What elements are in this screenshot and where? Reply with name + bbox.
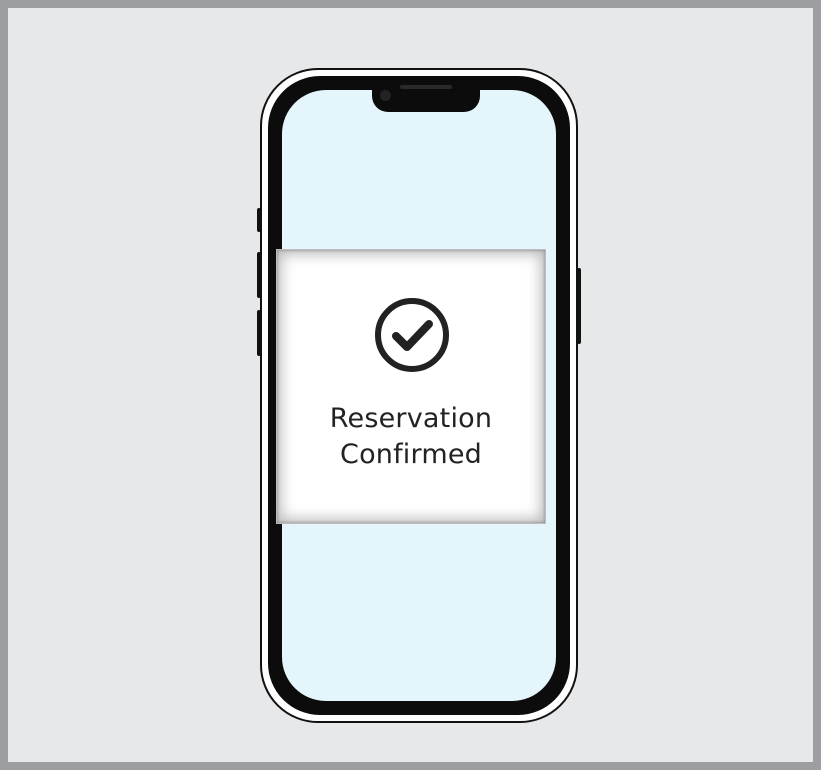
illustration-frame: Reservation Confirmed <box>0 0 821 770</box>
power-button <box>577 268 581 344</box>
volume-up-button <box>257 252 261 298</box>
front-camera-icon <box>380 90 391 101</box>
confirmation-card: Reservation Confirmed <box>276 249 546 524</box>
earpiece-speaker <box>400 85 452 89</box>
confirmation-title-line2: Confirmed <box>340 439 482 470</box>
phone-notch <box>372 82 480 112</box>
volume-down-button <box>257 310 261 356</box>
silent-switch <box>257 208 261 232</box>
check-circle-icon <box>375 298 449 372</box>
confirmation-title-line1: Reservation <box>329 403 493 434</box>
